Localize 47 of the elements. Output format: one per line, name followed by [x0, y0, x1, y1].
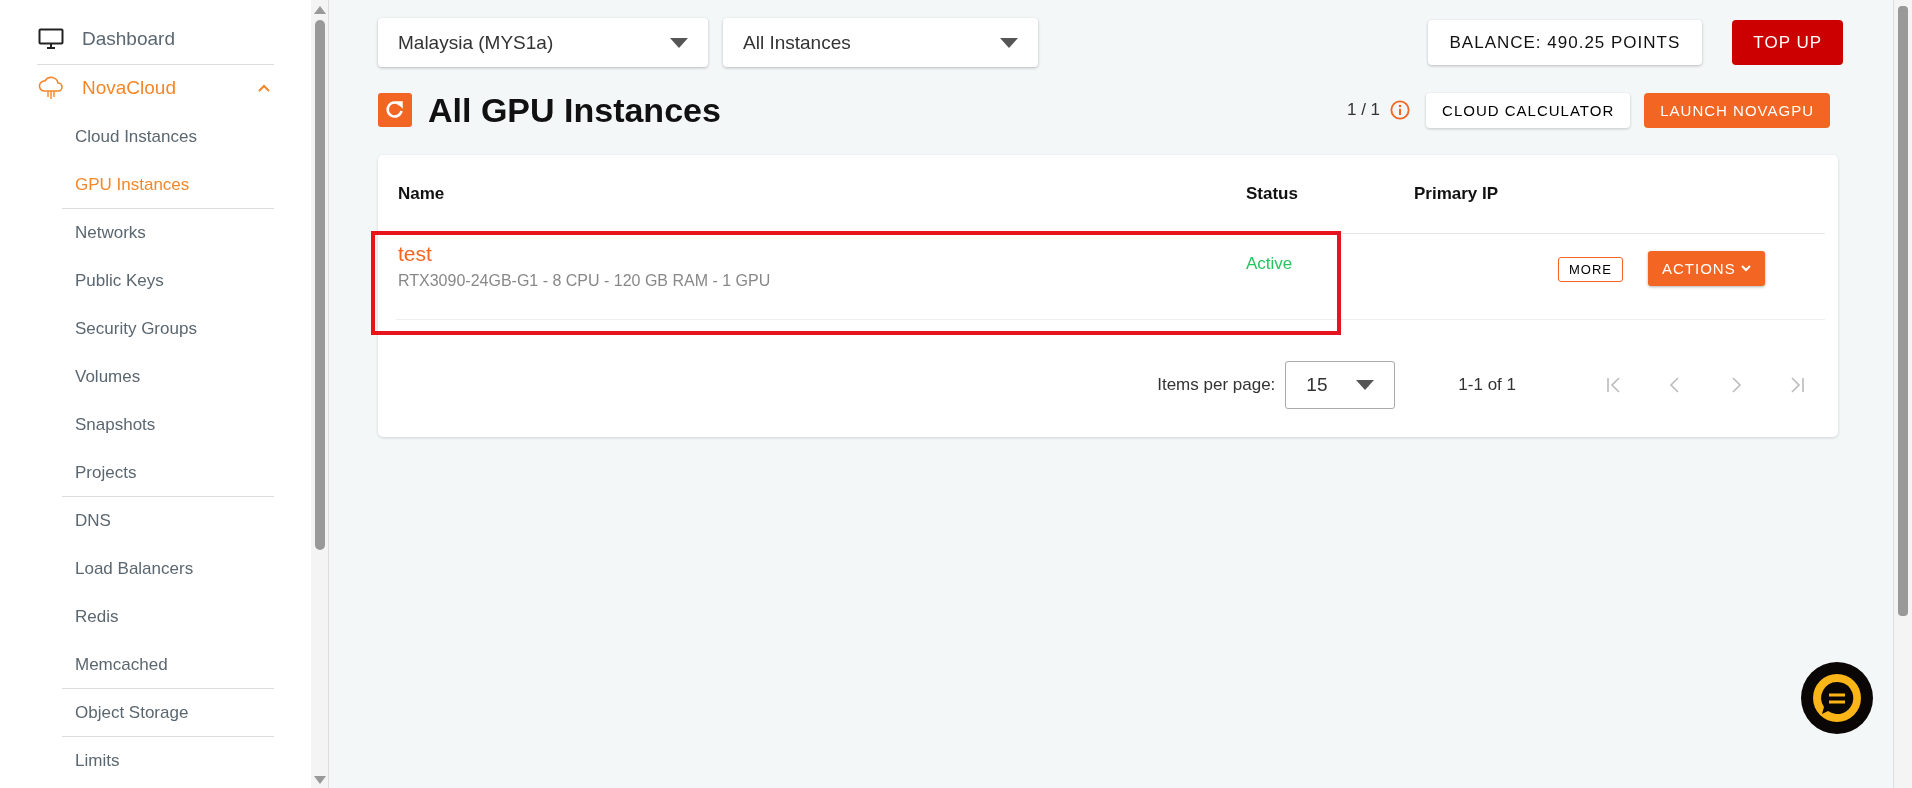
sidebar-item[interactable]: Memcached — [62, 641, 274, 689]
page-count: 1 / 1 — [1347, 100, 1381, 120]
caret-icon — [1000, 37, 1018, 48]
column-header: Name — [397, 184, 446, 204]
status-text: Active — [1246, 254, 1293, 274]
launch-button[interactable]: LAUNCH NOVAGPU — [1644, 92, 1830, 128]
page-range: 1-1 of 1 — [1458, 375, 1516, 395]
items-per-page-label: Items per page: — [1157, 375, 1276, 395]
sidebar-item[interactable]: Volumes — [62, 353, 274, 401]
cloud-icon — [37, 76, 65, 100]
sidebar-item[interactable]: Security Groups — [62, 305, 274, 353]
chevron-icon — [1740, 265, 1751, 272]
sidebar-item[interactable]: Cloud Instances — [62, 113, 274, 161]
info-icon[interactable] — [1390, 100, 1411, 120]
more-button[interactable]: MORE — [1558, 257, 1623, 282]
actions-button[interactable]: ACTIONS — [1648, 251, 1765, 286]
page-title: All GPU Instances — [428, 90, 721, 130]
column-header: Primary IP — [1414, 184, 1500, 204]
last-page-icon[interactable] — [1789, 377, 1805, 393]
sidebar-item[interactable]: DNS — [62, 497, 274, 545]
scrollbar[interactable] — [1893, 0, 1912, 788]
dropdown[interactable]: All Instances — [723, 18, 1038, 67]
sidebar-item[interactable]: Public Keys — [62, 257, 274, 305]
caret-icon — [670, 37, 688, 48]
sidebar-item[interactable]: Redis — [62, 593, 274, 641]
sidebar-item[interactable]: Dashboard — [37, 14, 274, 64]
sidebar-item[interactable]: Load Balancers — [62, 545, 274, 593]
sidebar-item[interactable]: Projects — [62, 449, 274, 497]
monitor-icon — [37, 28, 65, 50]
top-up-button[interactable]: TOP UP — [1732, 20, 1843, 65]
instance-name-link[interactable]: test — [398, 242, 1246, 266]
sidebar-item[interactable]: Networks — [62, 209, 274, 257]
caret-icon — [1356, 380, 1375, 390]
first-page-icon[interactable] — [1606, 377, 1622, 393]
cloud-calculator-button[interactable]: CLOUD CALCULATOR — [1426, 92, 1631, 128]
balance-button[interactable]: BALANCE: 490.25 POINTS — [1427, 20, 1703, 65]
dropdown[interactable]: Malaysia (MYS1a) — [378, 18, 708, 67]
per-page-dropdown[interactable]: 15 — [1285, 361, 1396, 409]
refresh-icon[interactable] — [378, 93, 412, 127]
sidebar-item[interactable]: Object Storage — [62, 689, 274, 737]
chat-icon[interactable] — [1801, 662, 1873, 734]
column-header: Status — [1246, 184, 1299, 204]
instance-spec: RTX3090-24GB-G1 - 8 CPU - 120 GB RAM - 1 GPU — [398, 272, 772, 290]
chevron-icon[interactable] — [258, 84, 270, 92]
sidebar-item[interactable]: Limits — [62, 737, 274, 785]
sidebar-item[interactable]: Snapshots — [62, 401, 274, 449]
scrollbar[interactable] — [311, 0, 328, 788]
